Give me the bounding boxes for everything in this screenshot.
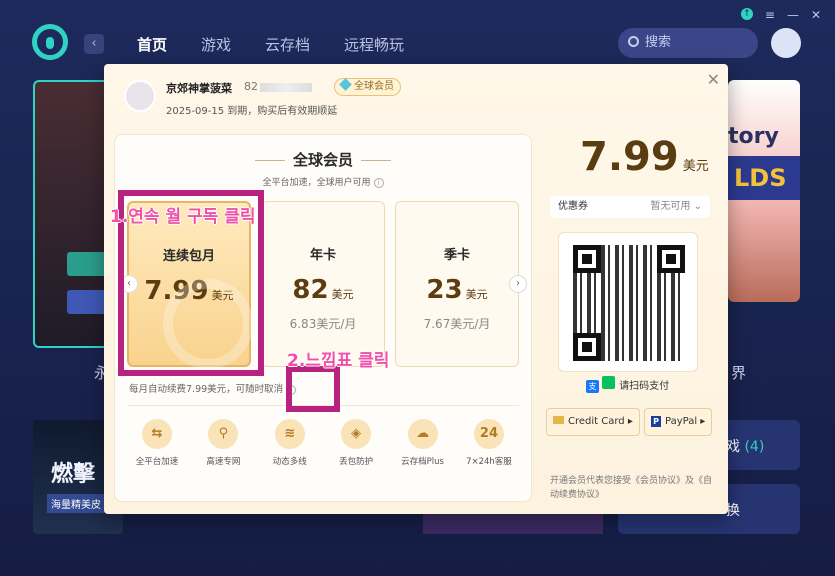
user-id: 82	[244, 80, 312, 93]
vip-badge: 全球会员	[334, 78, 401, 96]
panel-subtitle: 全平台加速，全球用户可用 i	[115, 175, 531, 188]
coupon-value: 暂无可用 ⌄	[650, 201, 702, 212]
plan-annual[interactable]: 年卡 82 美元 6.83美元/月	[261, 201, 385, 367]
scan-pay-label: 支 请扫码支付	[586, 376, 669, 393]
annotation-step2: 2.느낌표 클릭	[287, 351, 390, 371]
main-nav: 首页 游戏 云存档 远程畅玩	[137, 34, 404, 55]
minimize-icon[interactable]: —	[787, 8, 799, 22]
total-price: 7.99 美元	[580, 134, 709, 180]
close-window-icon[interactable]: ✕	[811, 8, 821, 22]
qr-finder	[573, 245, 601, 273]
perk-item: 24 7×24h客服	[457, 419, 521, 467]
plan-name: 季卡	[443, 248, 470, 263]
switch-label: 换	[726, 503, 740, 519]
promo-text: tory	[728, 124, 779, 149]
perk-item: ≋ 动态多线	[258, 419, 322, 467]
my-games-count: (4)	[744, 439, 765, 455]
perk-item: ⇆ 全平台加速	[125, 419, 189, 467]
network-icon: ⚲	[208, 419, 239, 449]
panel-title: 全球会员	[115, 149, 531, 170]
payment-qr-code	[558, 232, 698, 372]
paypal-button[interactable]: P PayPal ▸	[644, 408, 713, 436]
plan-per-month: 6.83美元/月	[289, 317, 357, 331]
perk-item: ⚲ 高速专网	[191, 419, 255, 467]
highlight-box-info	[286, 366, 340, 412]
search-placeholder: 搜索	[645, 35, 672, 50]
window-controls: ↑ ≡ — ✕	[740, 8, 821, 22]
alipay-icon: 支	[586, 380, 599, 393]
expire-text: 2025-09-15 到期，购买后有效期顺延	[166, 106, 338, 117]
banner-subtitle: 海量精美皮	[47, 494, 105, 513]
modal-avatar	[124, 80, 156, 112]
update-icon[interactable]: ↑	[740, 8, 753, 20]
perk-item: ☁ 云存档Plus	[391, 419, 455, 467]
perk-item: ◈ 丢包防护	[324, 419, 388, 467]
qr-finder	[573, 333, 601, 361]
shield-icon: ◈	[341, 419, 372, 449]
credit-card-icon	[553, 416, 564, 424]
accelerate-icon: ⇆	[142, 419, 172, 449]
plan-quarterly[interactable]: 季卡 23 美元 7.67美元/月	[395, 201, 519, 367]
back-button[interactable]: ‹	[84, 34, 104, 54]
app-logo-icon[interactable]	[32, 24, 68, 60]
menu-icon[interactable]: ≡	[765, 8, 775, 22]
banner-title: 燃擊	[51, 462, 96, 487]
nav-cloud-save[interactable]: 云存档	[265, 34, 310, 55]
nav-home[interactable]: 首页	[137, 34, 167, 55]
bottom-mid-banner[interactable]	[423, 514, 603, 534]
wechat-pay-icon	[602, 376, 616, 389]
next-arrow-icon[interactable]: ›	[509, 275, 527, 293]
coupon-select[interactable]: 优惠券 暂无可用 ⌄	[550, 196, 710, 218]
bg-right-text: 界	[731, 364, 747, 382]
credit-card-button[interactable]: Credit Card ▸	[546, 408, 640, 436]
game-card-left[interactable]	[33, 80, 113, 348]
search-icon	[628, 36, 639, 47]
multiline-icon: ≋	[274, 419, 305, 449]
my-games-label: 戏	[726, 439, 740, 455]
game-card-right[interactable]: tory LDS	[728, 80, 800, 302]
diamond-icon	[339, 78, 352, 91]
close-icon[interactable]: ✕	[707, 70, 720, 89]
cloud-icon: ☁	[407, 419, 438, 449]
nav-games[interactable]: 游戏	[201, 34, 231, 55]
search-box[interactable]: 搜索	[618, 28, 758, 58]
perks-list: ⇆ 全平台加速 ⚲ 高速专网 ≋ 动态多线 ◈ 丢包防护 ☁ 云存档Plus 24 7×24…	[125, 419, 521, 467]
plan-price: 23 美元	[426, 275, 488, 305]
plan-per-month: 7.67美元/月	[423, 317, 491, 331]
plan-name: 年卡	[309, 248, 336, 263]
user-avatar[interactable]	[771, 28, 801, 58]
promo-banner: LDS	[728, 156, 800, 200]
agreement-text[interactable]: 开通会员代表您接受《会员协议》及《自动续费协议》	[550, 474, 720, 502]
nav-remote-play[interactable]: 远程畅玩	[344, 34, 404, 55]
auto-renew-note: 每月自动续费7.99美元，可随时取消 i	[129, 381, 297, 395]
plan-price: 82 美元	[292, 275, 354, 305]
user-name: 京郊神掌菠菜	[166, 82, 232, 95]
annotation-step1: 1.연속 월 구독 클릭	[110, 207, 256, 227]
support-24h-icon: 24	[473, 419, 504, 449]
paypal-icon: P	[651, 416, 661, 427]
qr-finder	[657, 245, 685, 273]
info-icon[interactable]: i	[373, 178, 384, 188]
